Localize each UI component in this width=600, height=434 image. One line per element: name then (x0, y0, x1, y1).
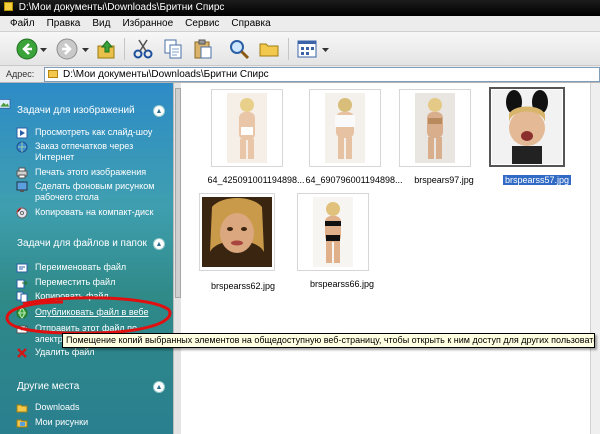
task-print[interactable]: Печать этого изображения (16, 167, 166, 179)
toolbar (0, 32, 600, 66)
folder-icon (16, 404, 28, 413)
thumbnail-frame[interactable] (211, 89, 283, 167)
paste-button[interactable] (192, 38, 214, 60)
views-dropdown-icon[interactable] (322, 46, 329, 53)
thumbnail-frame[interactable] (399, 89, 471, 167)
up-folder-button[interactable] (96, 38, 118, 60)
photo-thumbnail (202, 197, 272, 267)
copy-icon (164, 39, 182, 59)
back-icon (16, 38, 38, 60)
cut-icon (133, 39, 153, 59)
address-input[interactable]: D:\Мои документы\Downloads\Бритни Спирс (44, 67, 600, 82)
place-downloads[interactable]: Downloads (16, 402, 166, 413)
task-pane-scrollbar[interactable] (173, 83, 181, 434)
image-tasks-title: Задачи для изображений (17, 105, 135, 116)
collapse-image-tasks-button[interactable]: ▲ (153, 105, 165, 117)
move-icon (16, 279, 28, 289)
photo-thumbnail (492, 90, 562, 164)
email-icon (16, 325, 28, 334)
cd-copy-icon (16, 207, 28, 219)
folder-icon (4, 2, 13, 11)
delete-icon (17, 348, 27, 358)
address-value: D:\Мои документы\Downloads\Бритни Спирс (63, 69, 269, 80)
back-button[interactable] (16, 38, 38, 60)
file-view: 64_425091001194898... 64_690796001194898… (181, 83, 600, 434)
folders-icon (259, 43, 279, 57)
task-order-prints[interactable]: Заказ отпечатков через Интернет (16, 141, 166, 163)
toolbar-separator (124, 38, 125, 60)
views-button[interactable] (296, 38, 318, 60)
file-name: brspearss57.jpg (502, 175, 572, 185)
folders-button[interactable] (258, 38, 280, 60)
slideshow-icon (16, 127, 28, 139)
task-desktop-background[interactable]: Сделать фоновым рисунком рабочего стола (16, 181, 166, 203)
task-pane: Задачи для изображений ▲ Просмотреть как… (0, 83, 173, 434)
forward-icon (56, 38, 78, 60)
photo-thumbnail (313, 197, 353, 267)
file-tasks-title: Задачи для файлов и папок (17, 238, 147, 249)
menu-help[interactable]: Справка (231, 18, 270, 29)
photo-thumbnail (415, 93, 455, 163)
other-places-title: Другие места (17, 381, 80, 392)
window-title: D:\Мои документы\Downloads\Бритни Спирс (18, 2, 225, 13)
rename-icon (16, 263, 28, 273)
publish-web-icon (16, 307, 28, 319)
copy-button[interactable] (162, 38, 184, 60)
collapse-file-tasks-button[interactable]: ▲ (153, 238, 165, 250)
thumbnail-frame[interactable] (199, 193, 275, 271)
chevron-up-icon: ▲ (155, 240, 163, 248)
print-icon (16, 167, 28, 179)
photo-thumbnail (227, 93, 267, 163)
other-places-header[interactable]: Другие места ▲ (0, 377, 173, 397)
menu-view[interactable]: Вид (92, 18, 110, 29)
menu-file[interactable]: Файл (10, 18, 35, 29)
chevron-up-icon: ▲ (155, 107, 163, 115)
forward-button[interactable] (56, 38, 78, 60)
task-publish-web[interactable]: Опубликовать файл в вебе (16, 307, 166, 319)
file-view-scrollbar[interactable] (590, 83, 600, 434)
task-rename[interactable]: Переименовать файл (16, 262, 166, 273)
back-dropdown-icon[interactable] (40, 46, 47, 53)
image-tasks-icon (0, 99, 11, 109)
image-tasks-header[interactable]: Задачи для изображений ▲ (0, 99, 173, 121)
paste-icon (194, 39, 212, 59)
thumbnail-frame[interactable] (309, 89, 381, 167)
task-delete[interactable]: Удалить файл (16, 347, 166, 358)
menu-favorites[interactable]: Избранное (122, 18, 173, 29)
place-my-pictures[interactable]: Мои рисунки (16, 417, 166, 428)
file-tasks-header[interactable]: Задачи для файлов и папок ▲ (0, 234, 173, 254)
toolbar-separator (288, 38, 289, 60)
task-copy-cd[interactable]: Копировать на компакт-диск (16, 207, 166, 219)
desktop-background-icon (16, 181, 28, 192)
folder-icon (48, 70, 58, 78)
task-move[interactable]: Переместить файл (16, 277, 166, 289)
search-icon (230, 40, 250, 60)
order-prints-icon (16, 141, 28, 153)
search-button[interactable] (228, 38, 250, 60)
photo-thumbnail (325, 93, 365, 163)
thumbnail-frame[interactable] (489, 87, 565, 167)
address-label: Адрес: (6, 69, 35, 79)
collapse-other-places-button[interactable]: ▲ (153, 381, 165, 393)
cut-button[interactable] (132, 38, 154, 60)
copy-file-icon (16, 291, 28, 303)
menu-tools[interactable]: Сервис (185, 18, 219, 29)
task-slideshow[interactable]: Просмотреть как слайд-шоу (16, 127, 166, 139)
views-icon (297, 40, 317, 58)
title-bar: D:\Мои документы\Downloads\Бритни Спирс (0, 0, 600, 16)
chevron-up-icon: ▲ (155, 383, 163, 391)
forward-dropdown-icon[interactable] (82, 46, 89, 53)
menu-edit[interactable]: Правка (47, 18, 81, 29)
tooltip: Помещение копий выбранных элементов на о… (62, 333, 595, 348)
menu-bar: Файл Правка Вид Избранное Сервис Справка (0, 16, 600, 32)
task-copy-file[interactable]: Копировать файл (16, 291, 166, 303)
up-folder-icon (97, 40, 115, 59)
thumbnail-frame[interactable] (297, 193, 369, 271)
file-name: brspearss66.jpg (309, 279, 375, 289)
address-bar: Адрес: D:\Мои документы\Downloads\Бритни… (0, 66, 600, 83)
folder-icon (16, 419, 28, 428)
